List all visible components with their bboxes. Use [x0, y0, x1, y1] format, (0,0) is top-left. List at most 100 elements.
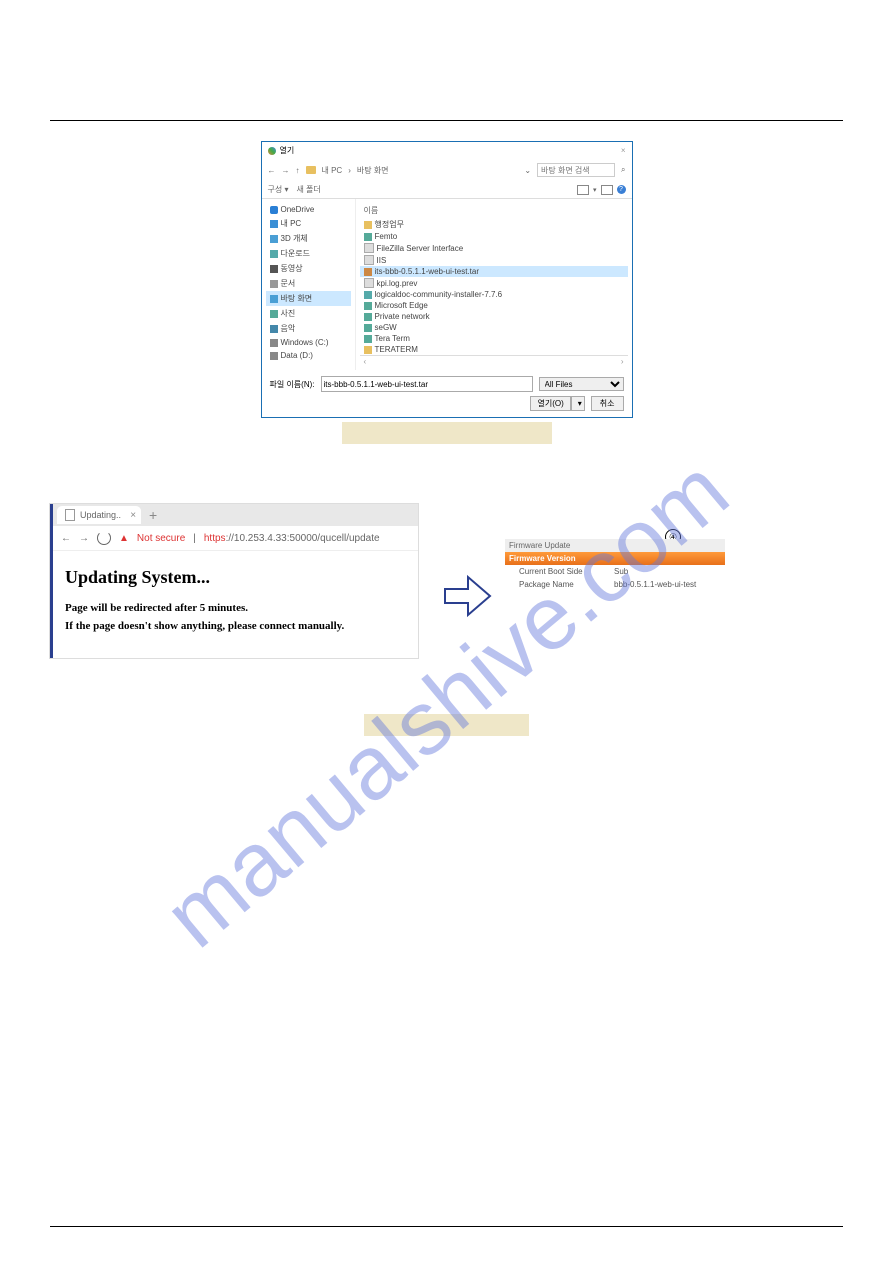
file-name: Femto — [375, 232, 398, 241]
open-dropdown-button[interactable]: ▾ — [571, 396, 585, 411]
archive-icon — [364, 268, 372, 276]
arrow-right-icon — [440, 569, 495, 629]
reload-icon[interactable] — [97, 531, 111, 545]
dialog-footer: 파일 이름(N): All Files 열기(O) ▾ 취소 — [262, 370, 632, 417]
nav-forward-icon[interactable]: → — [79, 533, 89, 544]
tab-title: Updating.. — [80, 510, 121, 520]
music-icon — [270, 325, 278, 333]
file-name: seGW — [375, 323, 397, 332]
search-input[interactable] — [537, 163, 615, 177]
new-tab-button[interactable]: + — [141, 507, 165, 523]
url-field[interactable]: https://10.253.4.33:50000/qucell/update — [204, 533, 380, 544]
pc-icon — [270, 220, 278, 228]
chevron-down-icon[interactable]: ▾ — [593, 186, 597, 194]
organize-button[interactable]: 구성 ▾ — [268, 184, 289, 195]
dialog-toolbar: 구성 ▾ 새 폴더 ▾ ? — [262, 181, 632, 199]
nav-back-icon[interactable]: ← — [61, 533, 71, 544]
picture-icon — [270, 310, 278, 318]
nav-up-icon[interactable]: ↑ — [296, 166, 300, 175]
sidebar-item-label: 3D 개체 — [281, 233, 308, 244]
firmware-row: Current Boot Side Sub — [505, 565, 725, 578]
file-name: logicaldoc-community-installer-7.7.6 — [375, 290, 503, 299]
page-content: Updating System... Page will be redirect… — [53, 551, 418, 658]
file-name: kpi.log.prev — [377, 279, 418, 288]
sidebar-item-desktop[interactable]: 바탕 화면 — [266, 291, 351, 306]
document-icon — [270, 280, 278, 288]
sidebar-item-downloads[interactable]: 다운로드 — [266, 246, 351, 261]
onedrive-icon — [270, 206, 278, 214]
browser-tab[interactable]: Updating.. × — [57, 506, 141, 524]
breadcrumb-desktop[interactable]: 바탕 화면 — [357, 165, 389, 176]
list-item[interactable]: IIS — [360, 254, 628, 266]
filename-input[interactable] — [321, 376, 533, 392]
sidebar-item-drive-c[interactable]: Windows (C:) — [266, 336, 351, 349]
sidebar-item-label: 내 PC — [281, 218, 302, 229]
shortcut-icon — [364, 335, 372, 343]
sidebar-item-drive-d[interactable]: Data (D:) — [266, 349, 351, 362]
list-item[interactable]: Femto — [360, 231, 628, 242]
help-icon[interactable]: ? — [617, 185, 626, 194]
shortcut-icon — [364, 313, 372, 321]
list-item[interactable]: Microsoft Edge — [360, 300, 628, 311]
dialog-titlebar[interactable]: 열기 × — [262, 142, 632, 159]
view-icon[interactable] — [577, 185, 589, 195]
list-item[interactable]: Private network — [360, 311, 628, 322]
new-folder-button[interactable]: 새 폴더 — [296, 184, 320, 195]
file-open-dialog: 열기 × ← → ↑ 내 PC › 바탕 화면 ⌄ ⌕ 구성 ▾ 새 폴더 ▾ … — [261, 141, 633, 418]
horizontal-scrollbar[interactable] — [360, 355, 628, 366]
list-item[interactable]: Tera Term — [360, 333, 628, 344]
file-type-select[interactable]: All Files — [539, 377, 624, 391]
sidebar-item-label: 바탕 화면 — [281, 293, 313, 304]
chrome-icon — [268, 147, 276, 155]
list-item[interactable]: kpi.log.prev — [360, 277, 628, 289]
page-icon — [65, 509, 75, 521]
sidebar-item-label: OneDrive — [281, 205, 315, 214]
sidebar-item-videos[interactable]: 동영상 — [266, 261, 351, 276]
file-name: Microsoft Edge — [375, 301, 428, 310]
cancel-button[interactable]: 취소 — [591, 396, 624, 411]
list-item[interactable]: its-bbb-0.5.1.1-web-ui-test.tar — [360, 266, 628, 277]
sidebar-item-label: 음악 — [281, 323, 296, 334]
drive-icon — [270, 339, 278, 347]
column-header-name[interactable]: 이름 — [360, 203, 628, 218]
breadcrumb-pc[interactable]: 내 PC — [322, 165, 343, 176]
close-icon[interactable]: × — [621, 146, 626, 155]
sidebar-item-onedrive[interactable]: OneDrive — [266, 203, 351, 216]
sidebar-item-pictures[interactable]: 사진 — [266, 306, 351, 321]
dialog-title: 열기 — [280, 145, 295, 156]
list-item[interactable]: seGW — [360, 322, 628, 333]
page-title: Updating System... — [65, 567, 406, 588]
dialog-sidebar: OneDrive 내 PC 3D 개체 다운로드 동영상 문서 바탕 화면 사진… — [262, 199, 355, 370]
firmware-row: Package Name bbb-0.5.1.1-web-ui-test — [505, 578, 725, 591]
sidebar-item-label: 사진 — [281, 308, 296, 319]
list-item[interactable]: 행정업무 — [360, 218, 628, 231]
3d-icon — [270, 235, 278, 243]
sidebar-item-label: 문서 — [281, 278, 296, 289]
shortcut-icon — [364, 324, 372, 332]
sidebar-item-pc[interactable]: 내 PC — [266, 216, 351, 231]
figure-caption-highlight — [364, 714, 529, 736]
sidebar-item-music[interactable]: 음악 — [266, 321, 351, 336]
list-item[interactable]: FileZilla Server Interface — [360, 242, 628, 254]
list-item[interactable]: logicaldoc-community-installer-7.7.6 — [360, 289, 628, 300]
file-name: its-bbb-0.5.1.1-web-ui-test.tar — [375, 267, 480, 276]
url-separator: | — [193, 533, 196, 544]
sidebar-item-documents[interactable]: 문서 — [266, 276, 351, 291]
nav-back-icon[interactable]: ← — [268, 166, 276, 175]
open-button-group: 열기(O) ▾ — [530, 396, 584, 411]
security-status[interactable]: Not secure — [137, 533, 185, 544]
preview-icon[interactable] — [601, 185, 613, 195]
firmware-panel: Firmware Update Firmware Version Current… — [505, 539, 725, 591]
file-name: Private network — [375, 312, 430, 321]
open-button[interactable]: 열기(O) — [530, 396, 570, 411]
sidebar-item-label: 동영상 — [281, 263, 303, 274]
file-name: Tera Term — [375, 334, 410, 343]
chevron-down-icon[interactable]: ⌄ — [524, 166, 531, 175]
chevron-right-icon: › — [348, 166, 351, 175]
boot-side-label: Current Boot Side — [509, 567, 614, 576]
nav-forward-icon[interactable]: → — [282, 166, 290, 175]
list-item[interactable]: TERATERM — [360, 344, 628, 355]
tab-close-icon[interactable]: × — [130, 510, 136, 521]
search-icon[interactable]: ⌕ — [621, 165, 625, 175]
sidebar-item-3d[interactable]: 3D 개체 — [266, 231, 351, 246]
